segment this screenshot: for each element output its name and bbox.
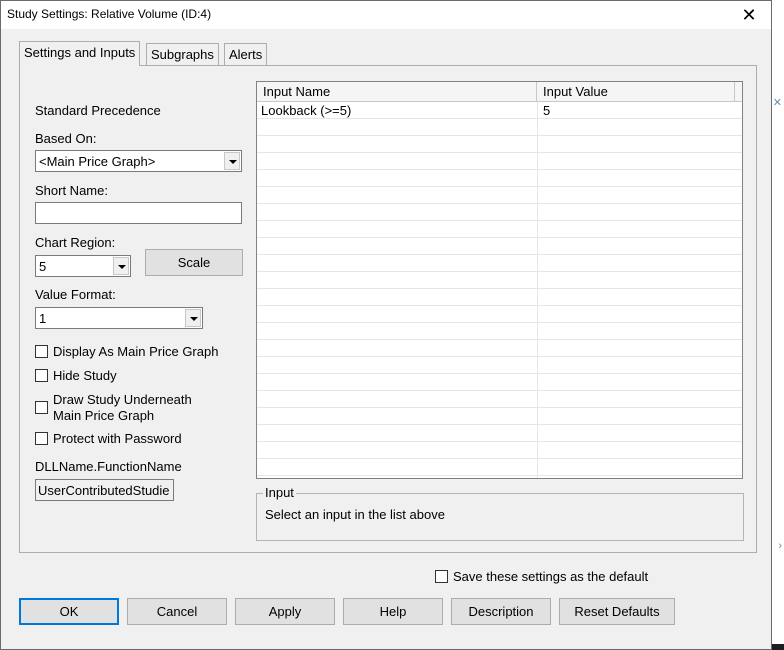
short-name-label: Short Name:: [35, 183, 108, 198]
chevron-down-icon[interactable]: [185, 309, 201, 327]
value-format-dropdown[interactable]: 1: [35, 307, 203, 329]
input-groupbox-title: Input: [263, 485, 296, 500]
dll-function-value: UserContributedStudie: [38, 483, 170, 498]
save-as-default-label: Save these settings as the default: [453, 569, 649, 584]
reset-defaults-button[interactable]: Reset Defaults: [559, 598, 675, 625]
dll-function-label: DLLName.FunctionName: [35, 459, 182, 474]
close-icon[interactable]: ✕: [727, 1, 771, 29]
title-bar: Study Settings: Relative Volume (ID:4) ✕: [1, 1, 771, 29]
help-button[interactable]: Help: [343, 598, 443, 625]
tab-alerts[interactable]: Alerts: [224, 43, 268, 65]
column-divider: [537, 102, 538, 478]
column-header-input-name[interactable]: Input Name: [257, 82, 537, 102]
background-close-icon: ✕: [772, 97, 782, 109]
table-body: [257, 102, 742, 478]
protect-with-password-label: Protect with Password: [53, 431, 182, 446]
value-format-value: 1: [39, 311, 47, 326]
cancel-button[interactable]: Cancel: [127, 598, 227, 625]
inputs-table: Input Name Input Value Lookback (>=5) 5: [256, 81, 743, 479]
input-name-cell[interactable]: Lookback (>=5): [257, 102, 537, 119]
study-settings-dialog: Study Settings: Relative Volume (ID:4) ✕…: [0, 0, 772, 650]
chart-region-label: Chart Region:: [35, 235, 116, 250]
input-groupbox: Input Select an input in the list above: [256, 485, 744, 541]
table-row[interactable]: Lookback (>=5) 5: [257, 102, 742, 119]
based-on-dropdown[interactable]: <Main Price Graph>: [35, 150, 242, 172]
draw-underneath-label-line2: Main Price Graph: [53, 408, 155, 423]
tab-settings-and-inputs[interactable]: Settings and Inputs: [19, 41, 141, 66]
standard-precedence-label: Standard Precedence: [35, 103, 161, 118]
chart-region-value: 5: [39, 259, 47, 274]
hide-study-checkbox[interactable]: [35, 369, 48, 382]
apply-button[interactable]: Apply: [235, 598, 335, 625]
chevron-down-icon[interactable]: [113, 257, 129, 275]
draw-underneath-checkbox[interactable]: [35, 401, 48, 414]
protect-with-password-checkbox[interactable]: [35, 432, 48, 445]
based-on-value: <Main Price Graph>: [39, 154, 156, 169]
value-format-label: Value Format:: [35, 287, 116, 302]
display-as-main-price-graph-checkbox[interactable]: [35, 345, 48, 358]
chevron-down-icon[interactable]: [224, 152, 240, 170]
description-button[interactable]: Description: [451, 598, 551, 625]
ok-button[interactable]: OK: [19, 598, 119, 625]
short-name-input[interactable]: [35, 202, 242, 224]
save-as-default-checkbox[interactable]: [435, 570, 448, 583]
hide-study-label: Hide Study: [53, 368, 117, 383]
input-value-cell[interactable]: 5: [539, 102, 737, 119]
scale-button[interactable]: Scale: [145, 249, 243, 276]
chart-region-dropdown[interactable]: 5: [35, 255, 131, 277]
dll-function-field: UserContributedStudie: [35, 479, 174, 501]
background-arrow-icon: ›: [778, 540, 782, 552]
display-as-main-price-graph-label: Display As Main Price Graph: [53, 344, 219, 359]
draw-underneath-label-line1: Draw Study Underneath: [53, 392, 192, 407]
based-on-label: Based On:: [35, 131, 97, 146]
input-help-text: Select an input in the list above: [265, 507, 445, 522]
window-title: Study Settings: Relative Volume (ID:4): [7, 7, 212, 21]
tab-subgraphs[interactable]: Subgraphs: [146, 43, 219, 65]
table-header: Input Name Input Value: [257, 82, 742, 102]
column-header-input-value[interactable]: Input Value: [537, 82, 735, 102]
